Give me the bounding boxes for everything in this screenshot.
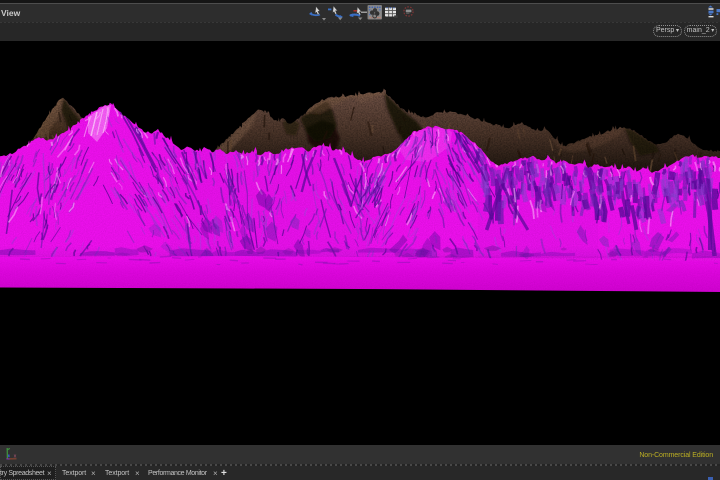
svg-text:x: x xyxy=(14,454,17,460)
